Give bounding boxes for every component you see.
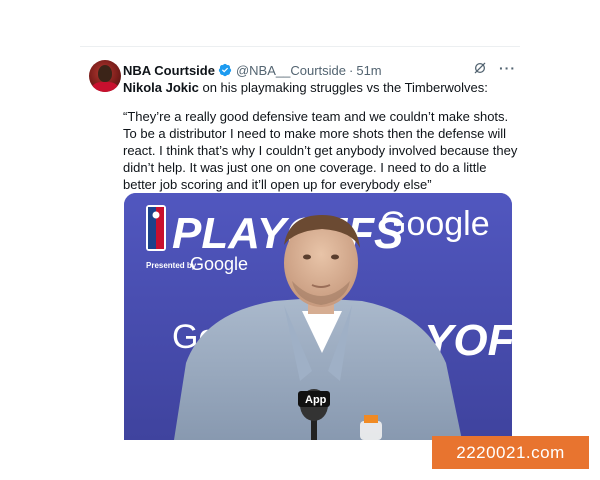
press-conference-image: PLAYOFFS Presented by Google Google Go Y… <box>124 193 512 440</box>
tweet-lead: Nikola Jokic on his playmaking struggles… <box>123 80 488 95</box>
author-avatar[interactable] <box>89 60 121 92</box>
tweet-quote: “They’re a really good defensive team an… <box>123 109 518 192</box>
lead-player-name: Nikola Jokic <box>123 80 199 95</box>
tweet-actions: ··· <box>473 61 516 75</box>
post-time[interactable]: 51m <box>356 63 381 78</box>
divider <box>80 46 520 47</box>
tweet-header: NBA Courtside @NBA__Courtside · 51m <box>123 61 382 79</box>
author-handle[interactable]: @NBA__Courtside <box>236 63 346 78</box>
header-separator: · <box>349 62 354 78</box>
nba-logo-icon <box>146 205 166 251</box>
author-name[interactable]: NBA Courtside <box>123 63 215 78</box>
verified-badge-icon <box>218 63 232 77</box>
backdrop-google-large: Google <box>380 205 490 243</box>
mic-label: App <box>305 394 327 406</box>
grok-icon[interactable] <box>473 61 487 75</box>
tweet-media[interactable]: PLAYOFFS Presented by Google Google Go Y… <box>124 193 512 440</box>
more-options-icon[interactable]: ··· <box>499 61 516 75</box>
lead-text: on his playmaking struggles vs the Timbe… <box>198 80 488 95</box>
backdrop-google-small: Google <box>190 254 248 274</box>
site-watermark: 2220021.com <box>432 436 589 469</box>
avatar-jersey <box>92 82 118 92</box>
avatar-face <box>98 65 112 82</box>
